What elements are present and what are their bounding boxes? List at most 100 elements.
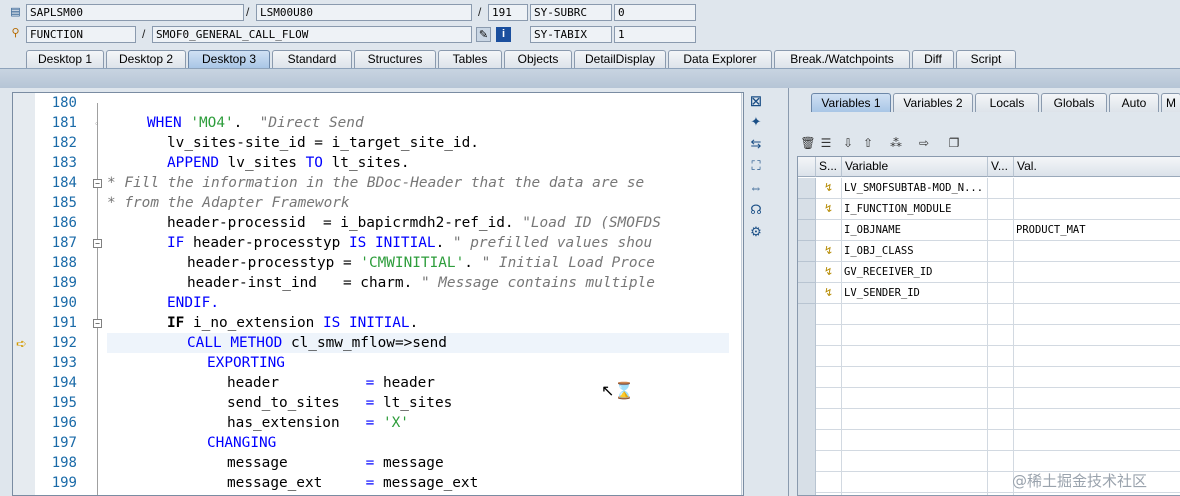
- tab-structures[interactable]: Structures: [354, 50, 436, 68]
- editor-scrollbar[interactable]: ▲: [741, 93, 744, 495]
- code-line[interactable]: 183 APPEND lv_sites TO lt_sites.: [13, 153, 729, 173]
- grid-corner: [798, 157, 816, 177]
- variable-name-cell[interactable]: LV_SENDER_ID: [842, 283, 988, 304]
- tab-breakpoints[interactable]: Break./Watchpoints: [774, 50, 910, 68]
- scroll-thumb[interactable]: [743, 283, 744, 297]
- variable-name-cell[interactable]: GV_RECEIVER_ID: [842, 262, 988, 283]
- code-line[interactable]: 190 ENDIF.: [13, 293, 729, 313]
- variable-type-cell[interactable]: [988, 262, 1014, 283]
- line-field[interactable]: 191: [488, 4, 528, 21]
- program-icon: ▤: [10, 6, 21, 18]
- sy-subrc-value[interactable]: 0: [614, 4, 696, 21]
- code-line[interactable]: 191− IF i_no_extension IS INITIAL.: [13, 313, 729, 333]
- variable-value-cell[interactable]: [1014, 178, 1180, 199]
- edit-icon[interactable]: ✎: [476, 27, 491, 42]
- code-editor[interactable]: 180 181 WHEN 'MO4'. "Direct Send 182 lv_si…: [12, 92, 744, 496]
- column-header-s[interactable]: S...: [816, 157, 842, 177]
- code-line[interactable]: 193 EXPORTING: [13, 353, 729, 373]
- tab-auto[interactable]: Auto: [1109, 93, 1159, 112]
- variable-value-cell[interactable]: [1014, 283, 1180, 304]
- settings-icon[interactable]: ⚙: [746, 222, 766, 242]
- maximize-icon[interactable]: ⛶: [746, 156, 766, 176]
- variable-icon: ↯: [816, 262, 842, 283]
- column-header-val[interactable]: Val.: [1014, 157, 1180, 177]
- transfer-icon[interactable]: ⇨: [915, 134, 933, 152]
- code-line[interactable]: 187− IF header-processtyp IS INITIAL. " p…: [13, 233, 729, 253]
- window-icon[interactable]: ❐: [945, 134, 963, 152]
- variable-type-cell[interactable]: [988, 199, 1014, 220]
- variable-name-cell[interactable]: LV_SMOFSUBTAB-MOD_N...: [842, 178, 988, 199]
- export-icon[interactable]: ⇧: [859, 134, 877, 152]
- row-selector[interactable]: [798, 241, 816, 262]
- row-selector[interactable]: [798, 220, 816, 241]
- tab-variables-2[interactable]: Variables 2: [893, 93, 973, 112]
- include-field[interactable]: LSM00U80: [256, 4, 472, 21]
- import-icon[interactable]: ⇩: [839, 134, 857, 152]
- tab-objects[interactable]: Objects: [504, 50, 572, 68]
- column-divider: [1013, 304, 1014, 495]
- tab-more[interactable]: M: [1161, 93, 1180, 112]
- variable-name-cell[interactable]: I_OBJNAME: [842, 220, 988, 241]
- tab-diff[interactable]: Diff: [912, 50, 954, 68]
- code-line[interactable]: 197 CHANGING: [13, 433, 729, 453]
- tab-detail-display[interactable]: DetailDisplay: [574, 50, 666, 68]
- replace-tool-icon[interactable]: ⇆: [746, 134, 766, 154]
- code-line[interactable]: 198 message = message: [13, 453, 729, 473]
- code-line[interactable]: 192 CALL METHOD cl_smw_mflow=>send: [13, 333, 729, 353]
- code-line[interactable]: 196 has_extension = 'X': [13, 413, 729, 433]
- new-tool-icon[interactable]: ✦: [746, 112, 766, 132]
- info-icon[interactable]: i: [496, 27, 511, 42]
- program-field[interactable]: SAPLSM00: [26, 4, 244, 21]
- tab-globals[interactable]: Globals: [1041, 93, 1107, 112]
- variable-name-cell[interactable]: I_OBJ_CLASS: [842, 241, 988, 262]
- code-line[interactable]: 181 WHEN 'MO4'. "Direct Send: [13, 113, 729, 133]
- row-selector[interactable]: [798, 283, 816, 304]
- type-field[interactable]: FUNCTION: [26, 26, 136, 43]
- tab-standard[interactable]: Standard: [272, 50, 352, 68]
- fold-toggle-icon[interactable]: −: [93, 319, 102, 328]
- tab-tables[interactable]: Tables: [438, 50, 502, 68]
- current-line-arrow-icon: ➪: [16, 336, 27, 351]
- code-line[interactable]: 184− * Fill the information in the BDoc-H…: [13, 173, 729, 193]
- code-line[interactable]: 199 message_ext = message_ext: [13, 473, 729, 493]
- tab-desktop-3[interactable]: Desktop 3: [188, 50, 270, 68]
- column-header-v[interactable]: V...: [988, 157, 1014, 177]
- tab-locals[interactable]: Locals: [975, 93, 1039, 112]
- variable-type-cell[interactable]: [988, 220, 1014, 241]
- fold-toggle-icon[interactable]: −: [93, 179, 102, 188]
- variable-value-cell[interactable]: [1014, 262, 1180, 283]
- list-icon[interactable]: ☰: [817, 134, 835, 152]
- tab-desktop-1[interactable]: Desktop 1: [26, 50, 104, 68]
- row-selector[interactable]: [798, 262, 816, 283]
- tab-script[interactable]: Script: [956, 50, 1016, 68]
- tab-data-explorer[interactable]: Data Explorer: [668, 50, 772, 68]
- swap-icon[interactable]: ⇔: [746, 178, 766, 198]
- code-line[interactable]: 186 header-processid = i_bapicrmdh2-ref_i…: [13, 213, 729, 233]
- column-header-variable[interactable]: Variable: [842, 157, 988, 177]
- row-selector[interactable]: [798, 199, 816, 220]
- code-line[interactable]: 188 header-processtyp = 'CMWINITIAL'. " I…: [13, 253, 729, 273]
- variable-type-cell[interactable]: [988, 241, 1014, 262]
- variable-type-cell[interactable]: [988, 283, 1014, 304]
- variables-table: S... Variable V... Val. ↯ LV_SMOFSUBTAB-…: [797, 156, 1180, 496]
- tab-variables-1[interactable]: Variables 1: [811, 93, 891, 112]
- variable-name-cell[interactable]: I_FUNCTION_MODULE: [842, 199, 988, 220]
- variable-value-cell[interactable]: [1014, 199, 1180, 220]
- code-line[interactable]: 189 header-inst_ind = charm. " Message co…: [13, 273, 729, 293]
- row-selector[interactable]: [798, 178, 816, 199]
- code-line[interactable]: 185 * from the Adapter Framework: [13, 193, 729, 213]
- variable-type-cell[interactable]: [988, 178, 1014, 199]
- fold-toggle-icon[interactable]: −: [93, 239, 102, 248]
- tab-desktop-2[interactable]: Desktop 2: [106, 50, 186, 68]
- variable-value-cell[interactable]: PRODUCT_MAT: [1014, 220, 1180, 241]
- delete-icon[interactable]: 🗑: [799, 134, 817, 152]
- function-name-field[interactable]: SMOF0_GENERAL_CALL_FLOW: [152, 26, 472, 43]
- scroll-up-icon[interactable]: ▲: [742, 93, 743, 107]
- group-icon[interactable]: ⁂: [887, 134, 905, 152]
- sy-tabix-value[interactable]: 1: [614, 26, 696, 43]
- code-line[interactable]: 180: [13, 93, 729, 113]
- variable-value-cell[interactable]: [1014, 241, 1180, 262]
- close-icon[interactable]: ☒: [746, 92, 766, 112]
- code-line[interactable]: 182 lv_sites-site_id = i_target_site_id.: [13, 133, 729, 153]
- services-icon[interactable]: ☊: [746, 200, 766, 220]
